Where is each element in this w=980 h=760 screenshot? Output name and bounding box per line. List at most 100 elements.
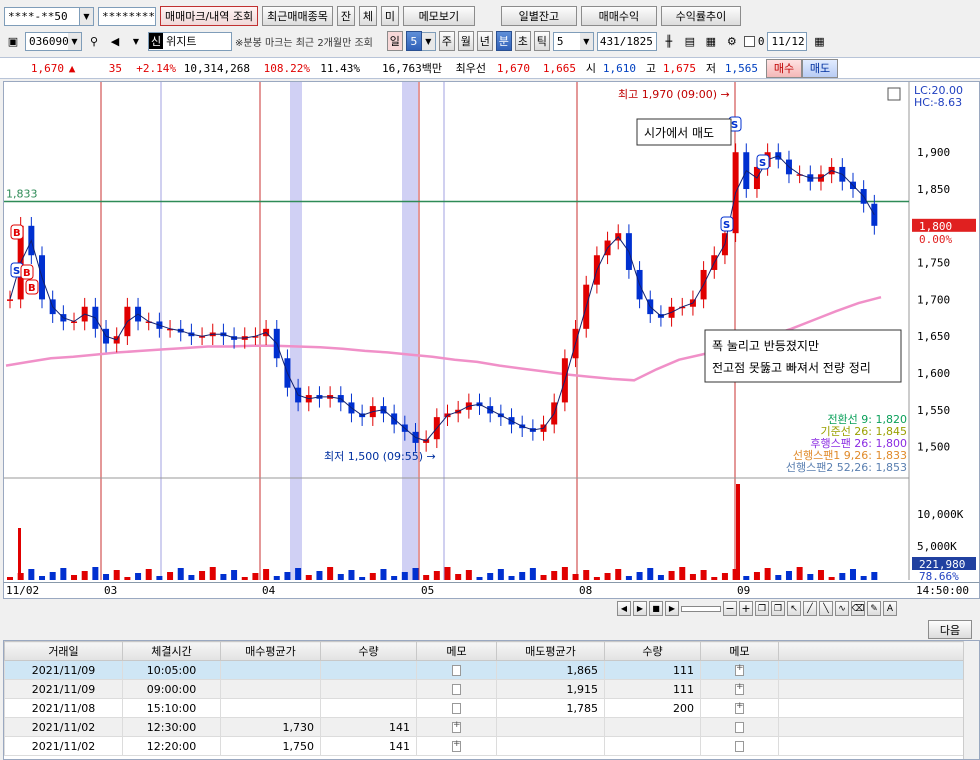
brush-icon[interactable]: ✎ (867, 601, 881, 616)
wave-tool-icon[interactable]: ∿ (835, 601, 849, 616)
low-annotation: 최저 1,500 (09:55) → (324, 450, 436, 463)
copy-icon[interactable]: ❐ (755, 601, 769, 616)
small-dropdown-icon[interactable]: ▼ (127, 32, 145, 50)
text-tool-icon[interactable]: A (883, 601, 897, 616)
table-row[interactable]: 2021/11/09 09:00:00 1,915 111 (4, 679, 966, 699)
next-button[interactable]: 다음 (928, 620, 972, 639)
volume-bar (497, 569, 504, 580)
period-count-dropdown-icon[interactable]: ▼ (421, 31, 436, 51)
period-year-tab[interactable]: 년 (476, 31, 493, 51)
interval-dropdown-icon[interactable]: ▼ (579, 31, 594, 51)
stock-code-dropdown-icon[interactable]: ▼ (68, 31, 82, 51)
filled-button[interactable]: 체 (358, 6, 377, 26)
date-input[interactable]: 11/12 (767, 31, 808, 51)
table-row[interactable]: 2021/11/02 12:30:00 1,730 141 (4, 717, 966, 737)
period-day-count[interactable]: 5 (405, 31, 422, 51)
grid-icon[interactable]: ▦ (702, 32, 720, 50)
volume-bar (700, 570, 707, 580)
x-tick: 04 (262, 584, 276, 597)
conversion-line (9, 155, 875, 442)
cell-sell-memo[interactable] (700, 679, 779, 699)
search-icon[interactable]: ⚲ (85, 32, 103, 50)
memo-doc-icon[interactable] (452, 684, 461, 695)
stock-code-input[interactable]: 036090 (25, 31, 69, 51)
col-header: 수량 (604, 641, 701, 661)
table-row[interactable]: 2021/11/09 10:05:00 1,865 111 (4, 660, 966, 680)
memo-doc-icon[interactable] (452, 665, 461, 676)
y-tick-label: 1,850 (917, 183, 950, 196)
recent-trades-button[interactable]: 최근매매종목 (262, 6, 333, 26)
memo-doc-icon[interactable] (735, 722, 744, 733)
quote-bar: 1,670 ▲ 35 +2.14% 10,314,268 108.22% 11.… (0, 57, 980, 79)
cell-buy-memo[interactable] (416, 679, 497, 699)
paste-icon[interactable]: ❐ (771, 601, 785, 616)
memo-add-icon[interactable] (452, 739, 461, 752)
memo-add-icon[interactable] (735, 682, 744, 695)
volume-bar (81, 571, 88, 580)
period-minute-tab[interactable]: 분 (495, 31, 512, 51)
save-icon[interactable]: ▤ (681, 32, 699, 50)
cell-buy-memo[interactable] (416, 698, 497, 718)
password-input[interactable]: ********* (98, 6, 156, 26)
period-second-tab[interactable]: 초 (514, 31, 531, 51)
balance-button[interactable]: 잔 (336, 6, 355, 26)
x-tick: 14:50:00 (916, 584, 969, 597)
volume-bar (871, 572, 878, 580)
volume-bar (487, 573, 494, 580)
cell-sell-memo[interactable] (700, 736, 779, 756)
trade-marks-button[interactable]: 매매마크/내역 조회 (160, 6, 259, 26)
line-tool-icon[interactable]: ╱ (803, 601, 817, 616)
date-check-label: 0 (757, 34, 765, 48)
volume-bar (412, 568, 419, 580)
memo-view-button[interactable]: 메모보기 (402, 6, 475, 26)
chart-window-icon[interactable]: ▣ (4, 32, 22, 50)
gear-icon[interactable]: ⚙ (723, 32, 741, 50)
sell-button[interactable]: 매도 (802, 58, 838, 78)
eraser-icon[interactable]: ⌫ (851, 601, 865, 616)
cell-buy-memo[interactable] (416, 660, 497, 680)
cell-buy-memo[interactable] (416, 717, 497, 737)
memo-doc-icon[interactable] (735, 741, 744, 752)
speaker-icon[interactable]: ◀ (106, 32, 124, 50)
return-trend-button[interactable]: 수익률추이 (660, 6, 741, 26)
top-right-label: HC:-8.63 (914, 96, 962, 109)
trade-profit-button[interactable]: 매매수익 (580, 6, 657, 26)
daily-balance-button[interactable]: 일별잔고 (500, 6, 577, 26)
cell-sell-memo[interactable] (700, 698, 779, 718)
account-dropdown-icon[interactable]: ▼ (80, 6, 94, 26)
cursor-icon[interactable]: ↖ (787, 601, 801, 616)
memo-add-icon[interactable] (735, 701, 744, 714)
interval-input[interactable]: 5 (552, 31, 581, 51)
trend-tool-icon[interactable]: ╲ (819, 601, 833, 616)
buy-button[interactable]: 매수 (766, 58, 802, 78)
zoom-slider[interactable] (681, 605, 721, 612)
zoom-in-icon[interactable]: + (739, 601, 753, 616)
cell-buy-memo[interactable] (416, 736, 497, 756)
memo-add-icon[interactable] (452, 720, 461, 733)
unfilled-button[interactable]: 미 (380, 6, 399, 26)
candle-settings-icon[interactable]: ╫ (660, 32, 678, 50)
memo-doc-icon[interactable] (452, 703, 461, 714)
price-chart-panel[interactable]: 1,833 1,900 1,850 1,800 1,750 1,700 1,650 1,600… (3, 81, 980, 599)
scroll-right-icon[interactable]: ▶ (665, 601, 679, 616)
period-week-tab[interactable]: 주 (438, 31, 455, 51)
cell-sell-memo[interactable] (700, 717, 779, 737)
account-input[interactable]: ****-**50 (4, 6, 80, 26)
cell-sell-memo[interactable] (700, 660, 779, 680)
calendar-icon[interactable]: ▦ (810, 32, 828, 50)
period-day-tab[interactable]: 일 (386, 31, 403, 51)
scroll-left-icon[interactable]: ◀ (617, 601, 631, 616)
stop-icon[interactable]: ■ (649, 601, 663, 616)
table-row[interactable]: 2021/11/08 15:10:00 1,785 200 (4, 698, 966, 718)
table-scrollbar[interactable] (963, 641, 979, 759)
table-row[interactable]: 2021/11/02 12:20:00 1,750 141 (4, 736, 966, 756)
period-month-tab[interactable]: 월 (457, 31, 474, 51)
play-icon[interactable]: ▶ (633, 601, 647, 616)
memo-add-icon[interactable] (735, 663, 744, 676)
price-chart[interactable]: 1,833 1,900 1,850 1,800 1,750 1,700 1,650 1,600… (4, 82, 979, 598)
date-checkbox[interactable] (743, 35, 755, 47)
low-label: 저 (705, 62, 716, 75)
highlight-band (290, 82, 302, 580)
period-tick-tab[interactable]: 틱 (533, 31, 550, 51)
zoom-out-icon[interactable]: − (723, 601, 737, 616)
